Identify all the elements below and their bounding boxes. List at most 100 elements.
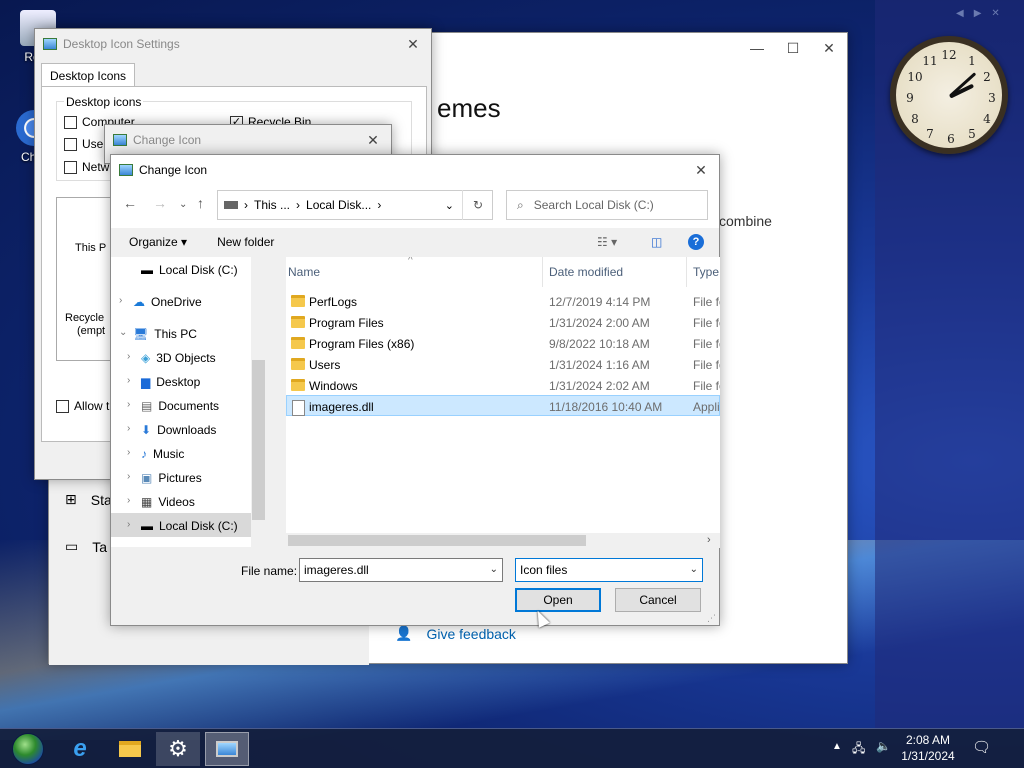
tree-item-videos[interactable]: ▦ Videos: [141, 491, 195, 513]
tree-item-local-disk-top[interactable]: ▬ Local Disk (C:): [141, 259, 238, 281]
tab-desktop-icons[interactable]: Desktop Icons: [41, 63, 136, 87]
search-input[interactable]: Search Local Disk (C:): [534, 198, 654, 212]
give-feedback-link[interactable]: 👤 Give feedback: [395, 625, 516, 642]
notifications-icon[interactable]: 🗨: [972, 738, 991, 756]
icon-preview-list[interactable]: This P Recycle (empt: [56, 197, 116, 361]
tree-item-pictures[interactable]: ▣ Pictures: [141, 467, 202, 489]
show-hidden-icons[interactable]: ▲: [832, 741, 842, 752]
file-row-selected[interactable]: imageres.dll 11/18/2016 10:40 AM Appli: [286, 395, 720, 416]
scroll-right-arrow[interactable]: ›: [707, 534, 711, 546]
breadcrumb-this-pc[interactable]: This ...: [254, 198, 290, 212]
chevron-right-icon[interactable]: ›: [119, 295, 122, 306]
chevron-right-icon[interactable]: ›: [127, 399, 130, 410]
tree-item-this-pc[interactable]: 🖥 This PC: [133, 323, 197, 345]
chevron-down-icon[interactable]: ⌄: [119, 327, 127, 338]
titlebar[interactable]: Desktop Icon Settings ✕: [35, 29, 431, 59]
tree-label: Downloads: [157, 423, 217, 437]
nav-item-taskbar[interactable]: ▭ Ta: [65, 538, 107, 555]
breadcrumb-local-disk[interactable]: Local Disk...: [306, 198, 371, 212]
open-button[interactable]: Open: [515, 588, 601, 612]
chevron-right-icon[interactable]: ›: [127, 423, 130, 434]
gadget-nav[interactable]: ◀▶✕: [956, 8, 1010, 19]
hscroll-thumb[interactable]: [288, 535, 586, 546]
tree-scroll-thumb[interactable]: [252, 360, 265, 520]
start-button[interactable]: [6, 732, 50, 766]
new-folder-button[interactable]: New folder: [217, 235, 274, 249]
back-button[interactable]: ←: [123, 195, 137, 211]
cancel-button[interactable]: Cancel: [615, 588, 701, 612]
file-name: Program Files: [309, 316, 384, 330]
column-header-type[interactable]: Type: [693, 265, 719, 279]
address-bar[interactable]: › This ... › Local Disk... › ⌄: [217, 190, 493, 220]
chevron-right-icon[interactable]: ›: [127, 495, 130, 506]
tree-item-documents[interactable]: ▤ Documents: [141, 395, 219, 417]
checkbox-allow-themes[interactable]: Allow t: [56, 399, 109, 413]
organize-button[interactable]: Organize ▾: [129, 235, 187, 249]
chevron-right-icon[interactable]: ›: [127, 519, 130, 530]
file-name-input[interactable]: imageres.dll ⌄: [299, 558, 503, 582]
address-dropdown[interactable]: ⌄: [445, 199, 454, 212]
tree-item-3d-objects[interactable]: ◈ 3D Objects: [141, 347, 216, 369]
tree-label: Music: [153, 447, 185, 461]
open-file-dialog[interactable]: Change Icon ✕ ← → ⌄ ↑ › This ... › Local…: [110, 154, 720, 626]
help-icon[interactable]: ?: [688, 234, 704, 250]
description-text: combine: [719, 213, 772, 229]
checkbox[interactable]: [64, 137, 77, 151]
chevron-right-icon[interactable]: ›: [127, 471, 130, 482]
navigation-tree[interactable]: ▬ Local Disk (C:) › ☁ OneDrive ⌄ 🖥 This PC …: [111, 257, 266, 547]
tree-item-onedrive[interactable]: ☁ OneDrive: [133, 291, 202, 313]
column-header-date[interactable]: Date modified: [549, 265, 623, 279]
tree-item-music[interactable]: ♪ Music: [141, 443, 184, 465]
taskbar-control-panel[interactable]: [205, 732, 249, 766]
file-row[interactable]: Windows 1/31/2024 2:02 AM File fo: [286, 375, 720, 396]
file-row[interactable]: Program Files 1/31/2024 2:00 AM File fo: [286, 312, 720, 333]
tree-item-downloads[interactable]: ⬇ Downloads: [141, 419, 216, 441]
column-divider[interactable]: [542, 257, 543, 287]
preview-pane-button[interactable]: ◫: [651, 235, 662, 249]
recent-dropdown[interactable]: ⌄: [179, 199, 187, 210]
view-options-button[interactable]: ☷ ▾: [597, 235, 617, 249]
close-button[interactable]: ✕: [683, 155, 719, 185]
close-button[interactable]: ✕: [395, 29, 431, 59]
resize-grip[interactable]: ⋰: [707, 613, 716, 624]
chevron-right-icon[interactable]: ›: [127, 351, 130, 362]
file-row[interactable]: Users 1/31/2024 1:16 AM File fo: [286, 354, 720, 375]
checkbox-network[interactable]: Netw: [64, 160, 109, 174]
up-button[interactable]: ↑: [197, 195, 204, 211]
chevron-right-icon[interactable]: ›: [127, 375, 130, 386]
chevron-right-icon[interactable]: ›: [127, 447, 130, 458]
chevron-down-icon[interactable]: ⌄: [690, 564, 698, 575]
volume-muted-icon[interactable]: 🔈: [876, 739, 891, 753]
maximize-button[interactable]: ☐: [775, 33, 811, 63]
minimize-button[interactable]: —: [739, 33, 775, 63]
file-type-select[interactable]: Icon files ⌄: [515, 558, 703, 582]
nav-item-start[interactable]: ⊞ Sta: [65, 491, 112, 508]
titlebar[interactable]: Change Icon ✕: [105, 125, 391, 155]
preview-item-this-pc[interactable]: This P: [75, 242, 106, 254]
close-button[interactable]: ✕: [355, 125, 391, 155]
taskbar-settings[interactable]: ⚙: [156, 732, 200, 766]
titlebar[interactable]: Change Icon ✕: [111, 155, 719, 185]
clock-gadget[interactable]: 12 1 2 3 4 5 6 7 8 9 10 11: [890, 36, 1008, 154]
file-list[interactable]: Name ^ Date modified Type PerfLogs 12/7/2…: [286, 257, 720, 547]
clock-tray[interactable]: 2:08 AM 1/31/2024: [896, 732, 960, 764]
checkbox[interactable]: [64, 115, 77, 129]
taskbar-ie[interactable]: e: [58, 732, 102, 766]
column-divider[interactable]: [686, 257, 687, 287]
search-box[interactable]: ⌕ Search Local Disk (C:): [506, 190, 708, 220]
taskbar-explorer[interactable]: [108, 732, 152, 766]
tree-item-desktop[interactable]: ▆ Desktop: [141, 371, 200, 393]
checkbox[interactable]: [56, 399, 69, 413]
network-icon[interactable]: 🖧: [852, 739, 865, 760]
tree-item-local-disk[interactable]: ▬ Local Disk (C:): [141, 515, 238, 537]
file-row[interactable]: PerfLogs 12/7/2019 4:14 PM File fo: [286, 291, 720, 312]
file-row[interactable]: Program Files (x86) 9/8/2022 10:18 AM File…: [286, 333, 720, 354]
preview-item-recycle[interactable]: Recycle: [65, 312, 104, 324]
checkbox-user[interactable]: User: [64, 137, 107, 151]
refresh-button[interactable]: ↻: [462, 190, 493, 220]
forward-button[interactable]: →: [153, 195, 167, 211]
checkbox[interactable]: [64, 160, 77, 174]
close-button[interactable]: ✕: [811, 33, 847, 63]
column-header-name[interactable]: Name: [288, 265, 320, 279]
chevron-down-icon[interactable]: ⌄: [490, 564, 498, 575]
